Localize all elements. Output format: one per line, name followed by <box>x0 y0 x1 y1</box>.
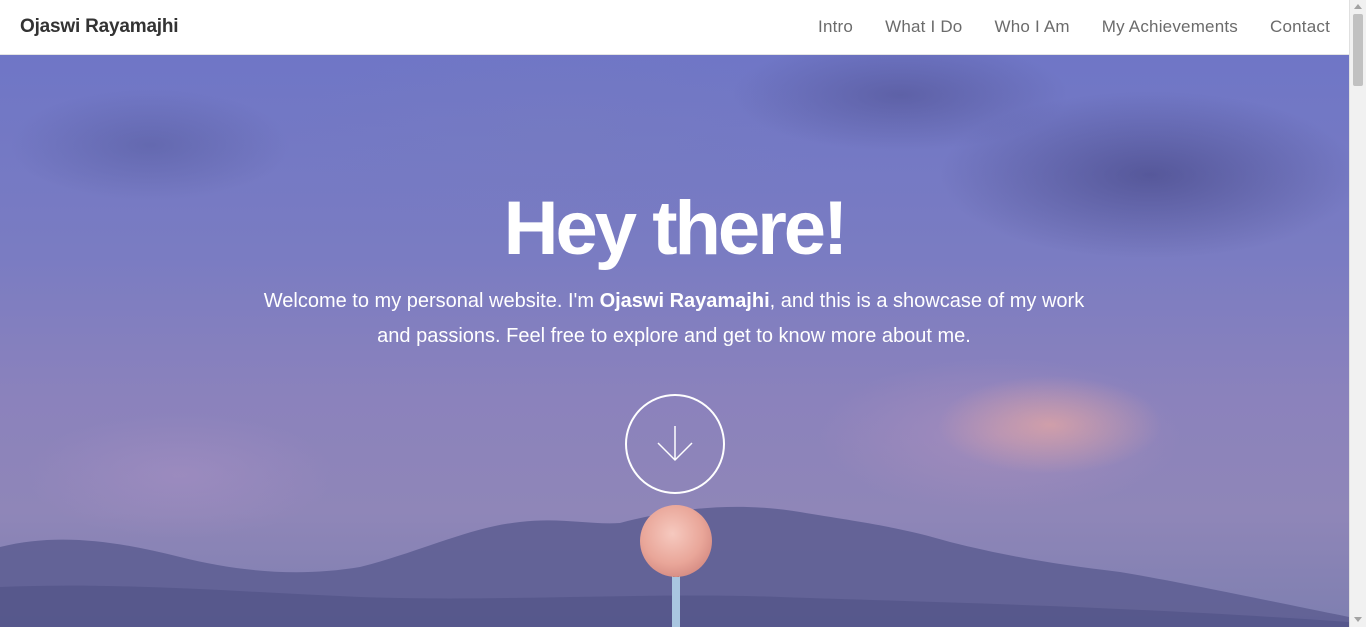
site-title[interactable]: Ojaswi Rayamajhi <box>20 16 179 38</box>
hero-intro-text: Welcome to my personal website. I'm Ojas… <box>248 284 1100 354</box>
nav-my-achievements[interactable]: My Achievements <box>1102 17 1238 37</box>
nav-who-i-am[interactable]: Who I Am <box>994 17 1069 37</box>
nav-contact[interactable]: Contact <box>1270 17 1330 37</box>
nav-intro[interactable]: Intro <box>818 17 853 37</box>
scrollbar-thumb[interactable] <box>1353 14 1363 86</box>
hero-name: Ojaswi Rayamajhi <box>599 290 770 312</box>
nav-what-i-do[interactable]: What I Do <box>885 17 962 37</box>
site-header: Ojaswi Rayamajhi Intro What I Do Who I A… <box>0 0 1349 55</box>
main-nav: Intro What I Do Who I Am My Achievements… <box>786 17 1330 37</box>
hero-section: Hey there! Welcome to my personal websit… <box>0 55 1349 627</box>
scroll-up-arrow-icon[interactable] <box>1354 4 1362 9</box>
hero-title: Hey there! <box>503 186 849 271</box>
arrow-down-icon <box>657 426 693 462</box>
scroll-down-button[interactable] <box>625 394 725 494</box>
hero-intro-text-before: Welcome to my personal website. I'm <box>263 290 600 312</box>
scroll-down-arrow-icon[interactable] <box>1354 617 1362 622</box>
page-scrollbar[interactable] <box>1349 0 1366 627</box>
